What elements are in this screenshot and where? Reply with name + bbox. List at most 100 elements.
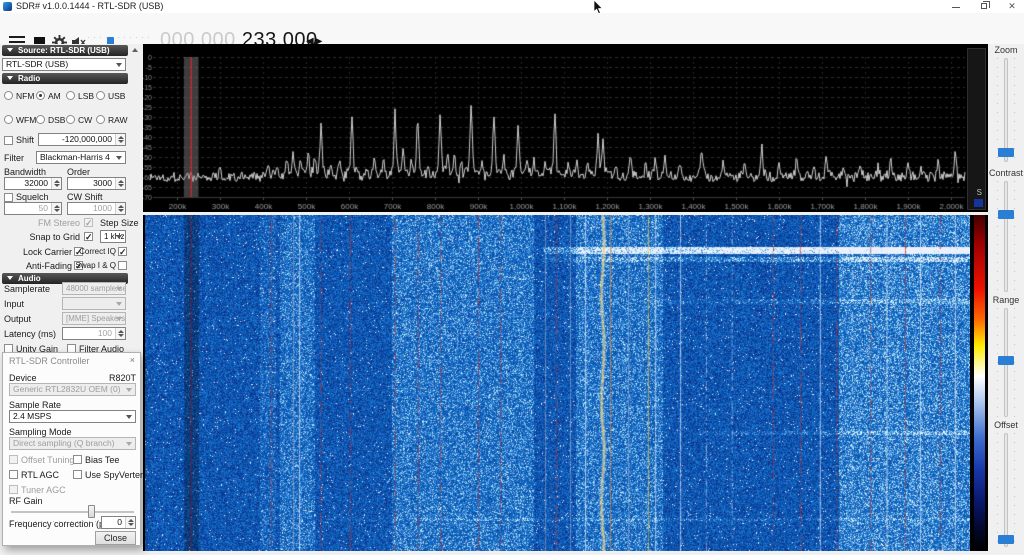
shift-checkbox[interactable] (4, 136, 13, 145)
spectrum-scale-slider[interactable]: S (967, 48, 986, 210)
close-button[interactable]: ✕ (1004, 0, 1020, 12)
minimize-button[interactable] (948, 0, 964, 12)
mode-label: CW (78, 115, 92, 125)
audio-input-label: Input (4, 299, 24, 309)
anti-fading-label: Anti-Fading (2, 261, 72, 271)
radio-button-icon[interactable] (96, 91, 105, 100)
offset-tuning-label: Offset Tuning (21, 455, 74, 465)
squelch-value: 50 (39, 203, 48, 214)
minimize-icon (952, 7, 960, 8)
shift-label: Shift (16, 135, 34, 145)
rf-gain-slider-thumb[interactable] (88, 505, 95, 518)
slider-zoom[interactable] (1004, 58, 1008, 162)
restore-button[interactable] (976, 0, 992, 12)
radio-button-icon[interactable] (66, 91, 75, 100)
volume-ticks-top (88, 37, 152, 38)
bias-tee-checkbox[interactable] (73, 455, 82, 464)
spyverter-checkbox[interactable] (73, 470, 82, 479)
mode-label: WFM (16, 115, 36, 125)
squelch-checkbox[interactable] (4, 193, 13, 202)
cw-shift-label: CW Shift (67, 192, 103, 202)
radio-header-label: Radio (18, 74, 40, 83)
rtl-agc-checkbox[interactable] (9, 470, 18, 479)
audio-input-select (62, 297, 126, 310)
slider-ticks (1014, 433, 1015, 547)
device-name-value: Generic RTL2832U OEM (0) (13, 384, 121, 394)
lock-carrier-label: Lock Carrier (2, 247, 72, 257)
mode-radio-am[interactable]: AM (36, 90, 68, 102)
shift-value-spinner[interactable]: -120,000,000 (38, 133, 126, 146)
slider-thumb-offset[interactable] (998, 535, 1014, 544)
bandwidth-value: 32000 (24, 178, 48, 189)
snap-to-grid-checkbox[interactable]: ✓ (84, 232, 93, 241)
slider-ticks (1014, 308, 1015, 417)
order-spinner[interactable]: 3000 (67, 177, 126, 190)
dialog-close-icon[interactable]: × (130, 355, 135, 365)
squelch-label: Squelch (16, 192, 49, 202)
mode-radio-dsb[interactable]: DSB (36, 114, 68, 126)
spinner-arrows-icon[interactable] (51, 178, 61, 189)
tuner-agc-checkbox (9, 485, 18, 494)
radio-button-icon[interactable] (96, 115, 105, 124)
swap-iq-checkbox[interactable] (118, 261, 127, 270)
radio-button-icon[interactable] (4, 115, 13, 124)
waterfall-display[interactable] (145, 215, 970, 551)
bandwidth-spinner[interactable]: 32000 (4, 177, 62, 190)
spinner-arrows-icon[interactable] (115, 134, 125, 145)
scale-mode-label: S (977, 188, 982, 197)
display-area: S (143, 44, 988, 551)
radio-panel-header[interactable]: Radio (2, 73, 128, 84)
mode-radio-nfm[interactable]: NFM (4, 90, 36, 102)
sample-rate-select[interactable]: 2.4 MSPS (9, 410, 136, 423)
spinner-arrows-icon[interactable] (115, 328, 125, 339)
audio-header-label: Audio (18, 274, 41, 283)
filter-value: Blackman-Harris 4 (40, 152, 110, 162)
slider-contrast[interactable] (1004, 181, 1008, 292)
mode-radio-raw[interactable]: RAW (96, 114, 128, 126)
squelch-spinner: 50 (4, 202, 62, 215)
slider-thumb-range[interactable] (998, 356, 1014, 365)
radio-button-icon[interactable] (4, 91, 13, 100)
radio-button-icon[interactable] (36, 115, 45, 124)
spinner-arrows-icon[interactable] (125, 517, 135, 528)
latency-spinner[interactable]: 100 (62, 327, 126, 340)
correct-iq-label: Correct IQ (70, 247, 116, 256)
sidebar-scrollbar-up-arrow[interactable] (130, 45, 141, 56)
dialog-close-button[interactable]: Close (95, 531, 136, 545)
radio-button-icon[interactable] (66, 115, 75, 124)
order-label: Order (67, 167, 90, 177)
tuner-agc-label: Tuner AGC (21, 485, 66, 495)
swap-iq-label: Swap I & Q (70, 261, 116, 270)
spinner-arrows-icon[interactable] (115, 178, 125, 189)
slider-thumb-contrast[interactable] (998, 210, 1014, 219)
source-device-select[interactable]: RTL-SDR (USB) (2, 58, 126, 71)
rf-gain-slider[interactable] (11, 511, 134, 513)
slider-ticks (997, 58, 998, 162)
mode-label: RAW (108, 115, 128, 125)
mode-radio-wfm[interactable]: WFM (4, 114, 36, 126)
fm-stereo-checkbox: ✓ (84, 218, 93, 227)
spectrum-analyzer[interactable] (143, 44, 988, 212)
filter-select[interactable]: Blackman-Harris 4 (36, 151, 126, 164)
ppm-spinner[interactable]: 0 (101, 516, 136, 529)
device-label: Device (9, 373, 37, 383)
fm-stereo-label: FM Stereo (4, 218, 80, 228)
mode-label: LSB (78, 91, 94, 101)
scale-slider-thumb[interactable] (974, 199, 983, 207)
step-size-select[interactable]: 1 kHz (100, 230, 126, 243)
audio-output-select: [MME] Speakers (Rea (62, 312, 126, 325)
mode-radio-cw[interactable]: CW (66, 114, 98, 126)
device-chip-value: R820T (96, 373, 136, 383)
mode-radio-usb[interactable]: USB (96, 90, 128, 102)
slider-thumb-zoom[interactable] (998, 148, 1014, 157)
radio-button-icon[interactable] (36, 91, 45, 100)
sampling-mode-select: Direct sampling (Q branch) (9, 437, 136, 450)
order-value: 3000 (93, 178, 112, 189)
source-panel-header[interactable]: Source: RTL-SDR (USB) (2, 45, 128, 56)
mode-radio-lsb[interactable]: LSB (66, 90, 98, 102)
correct-iq-checkbox[interactable]: ✓ (118, 247, 127, 256)
samplerate-label: Samplerate (4, 284, 50, 294)
spinner-arrows-icon (51, 203, 61, 214)
audio-output-value: [MME] Speakers (Rea (66, 314, 126, 323)
slider-offset[interactable] (1004, 433, 1008, 547)
